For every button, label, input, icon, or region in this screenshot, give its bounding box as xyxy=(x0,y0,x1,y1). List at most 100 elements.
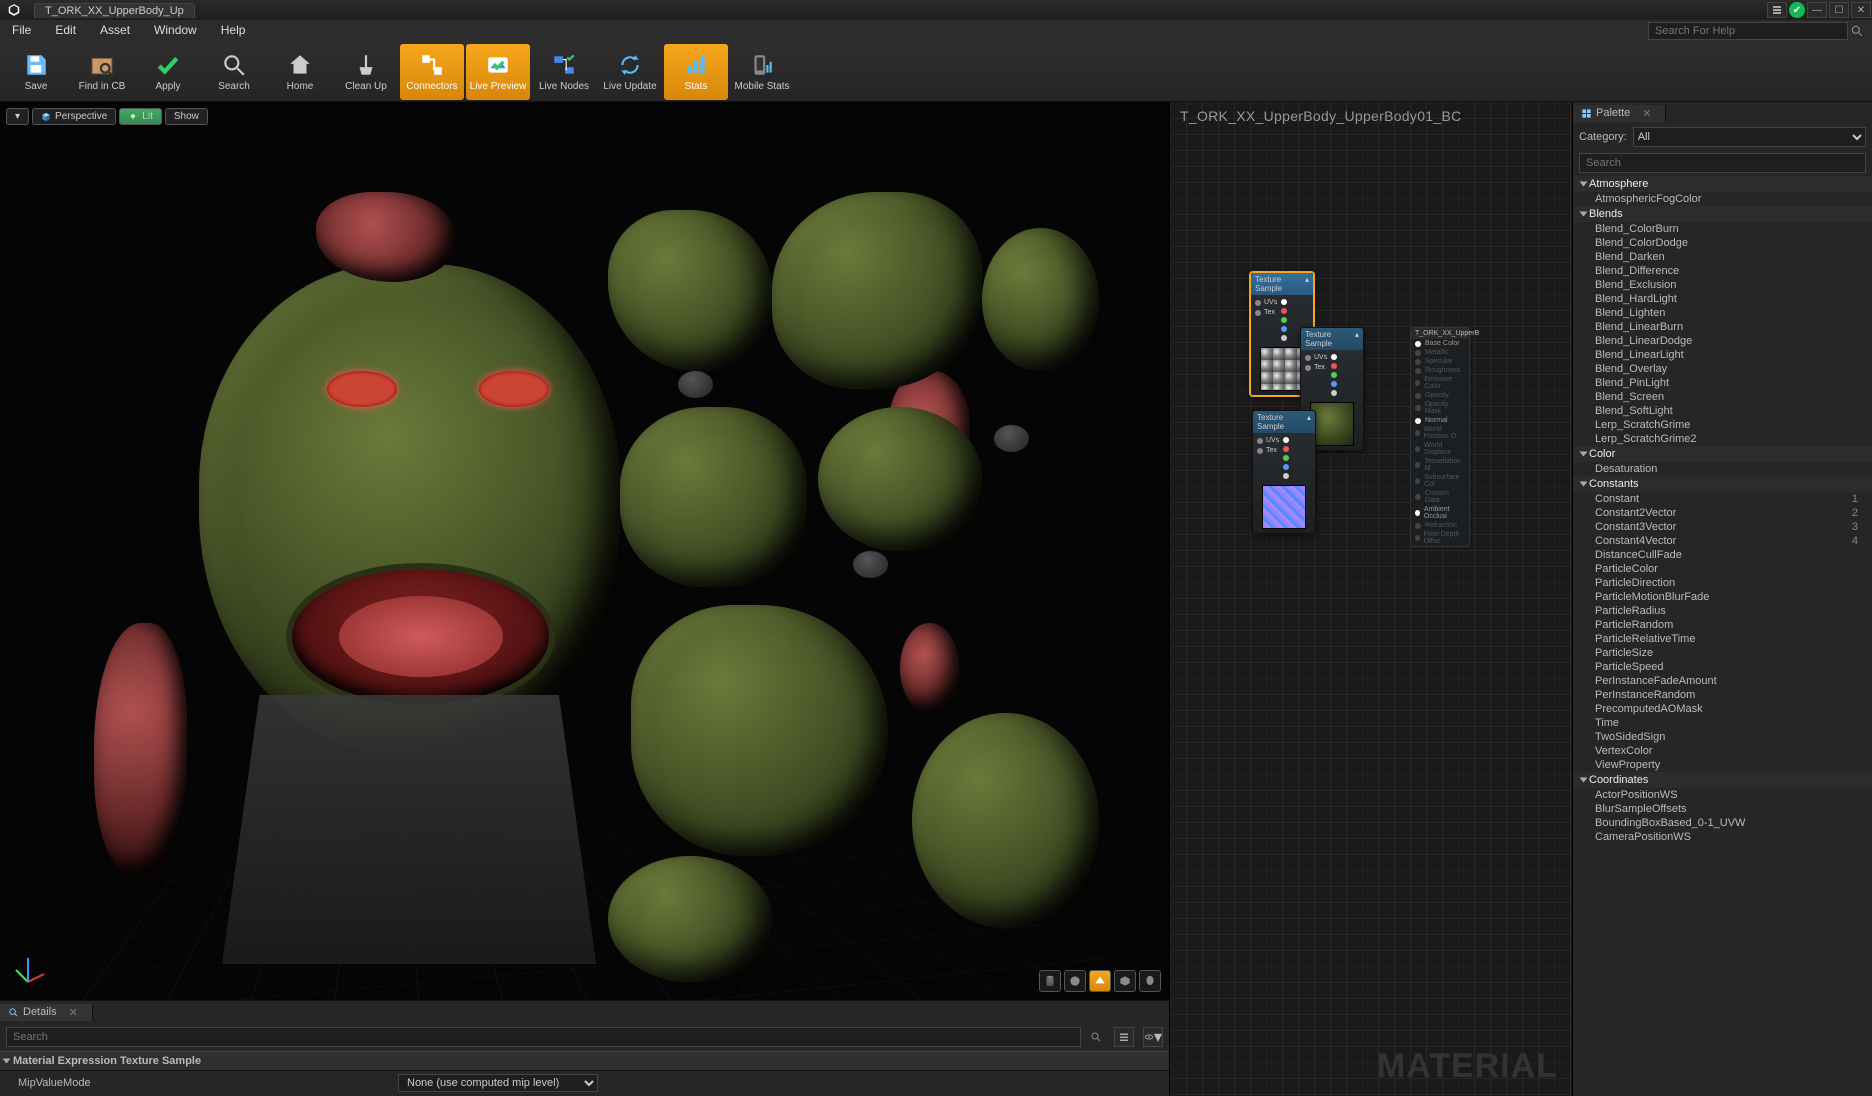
palette-item-particlerandom[interactable]: ParticleRandom xyxy=(1573,618,1872,632)
palette-item-blend_overlay[interactable]: Blend_Overlay xyxy=(1573,362,1872,376)
palette-item-atmosphericfogcolor[interactable]: AtmosphericFogColor xyxy=(1573,192,1872,206)
output-pin-specular[interactable]: Specular xyxy=(1411,357,1469,366)
preview-cylinder-icon[interactable] xyxy=(1039,970,1061,992)
output-pin-opacity[interactable]: Opacity xyxy=(1411,391,1469,400)
palette-category-select[interactable]: All xyxy=(1633,127,1866,147)
toolbar-stats-button[interactable]: Stats xyxy=(664,44,728,100)
palette-item-blend_lineardodge[interactable]: Blend_LinearDodge xyxy=(1573,334,1872,348)
output-pin-subsurface-col[interactable]: Subsurface Col xyxy=(1411,473,1469,489)
palette-item-time[interactable]: Time xyxy=(1573,716,1872,730)
preview-sphere-icon[interactable] xyxy=(1064,970,1086,992)
palette-item-blend_pinlight[interactable]: Blend_PinLight xyxy=(1573,376,1872,390)
palette-item-lerp_scratchgrime[interactable]: Lerp_ScratchGrime xyxy=(1573,418,1872,432)
toolbar-mobilestats-button[interactable]: Mobile Stats xyxy=(730,44,794,100)
palette-item-blend_linearlight[interactable]: Blend_LinearLight xyxy=(1573,348,1872,362)
toolbar-search-button[interactable]: Search xyxy=(202,44,266,100)
output-pin-emissive-color[interactable]: Emissive Color xyxy=(1411,375,1469,391)
mipvaluemode-select[interactable]: None (use computed mip level) xyxy=(398,1074,598,1092)
palette-item-constant4vector[interactable]: Constant4Vector4 xyxy=(1573,534,1872,548)
palette-item-blend_difference[interactable]: Blend_Difference xyxy=(1573,264,1872,278)
search-icon[interactable] xyxy=(1848,22,1866,40)
palette-item-particleradius[interactable]: ParticleRadius xyxy=(1573,604,1872,618)
palette-item-vertexcolor[interactable]: VertexColor xyxy=(1573,744,1872,758)
details-visibility-button[interactable]: ▾ xyxy=(1143,1027,1163,1047)
palette-group-blends[interactable]: Blends xyxy=(1573,206,1872,222)
palette-group-atmosphere[interactable]: Atmosphere xyxy=(1573,176,1872,192)
output-pin-normal[interactable]: Normal xyxy=(1411,416,1469,425)
menu-help[interactable]: Help xyxy=(209,20,258,42)
menu-window[interactable]: Window xyxy=(142,20,209,42)
preview-cube-icon[interactable] xyxy=(1114,970,1136,992)
palette-item-twosidedsign[interactable]: TwoSidedSign xyxy=(1573,730,1872,744)
preview-plane-icon[interactable] xyxy=(1089,970,1111,992)
viewport-lit-dropdown[interactable]: Lit xyxy=(119,108,162,125)
palette-item-precomputedaomask[interactable]: PrecomputedAOMask xyxy=(1573,702,1872,716)
close-icon[interactable]: ✕ xyxy=(69,1006,78,1019)
preview-mesh-icon[interactable] xyxy=(1139,970,1161,992)
palette-item-particlerelativetime[interactable]: ParticleRelativeTime xyxy=(1573,632,1872,646)
toolbar-home-button[interactable]: Home xyxy=(268,44,332,100)
palette-item-constant2vector[interactable]: Constant2Vector2 xyxy=(1573,506,1872,520)
palette-item-distancecullfade[interactable]: DistanceCullFade xyxy=(1573,548,1872,562)
palette-group-color[interactable]: Color xyxy=(1573,446,1872,462)
viewport-menu-dropdown[interactable]: ▾ xyxy=(6,108,29,125)
output-pin-roughness[interactable]: Roughness xyxy=(1411,366,1469,375)
palette-item-boundingboxbased_0-1_uvw[interactable]: BoundingBoxBased_0-1_UVW xyxy=(1573,816,1872,830)
output-pin-custom-data[interactable]: Custom Data xyxy=(1411,489,1469,505)
output-pin-ambient-occlusi[interactable]: Ambient Occlusi xyxy=(1411,505,1469,521)
viewport-perspective-dropdown[interactable]: Perspective xyxy=(32,108,116,125)
palette-item-particlecolor[interactable]: ParticleColor xyxy=(1573,562,1872,576)
status-icon[interactable]: ✔ xyxy=(1789,2,1805,18)
palette-item-perinstancerandom[interactable]: PerInstanceRandom xyxy=(1573,688,1872,702)
palette-item-constant[interactable]: Constant1 xyxy=(1573,492,1872,506)
output-pin-metallic[interactable]: Metallic xyxy=(1411,348,1469,357)
output-pin-world-displace[interactable]: World Displace xyxy=(1411,441,1469,457)
toolbar-livepreview-button[interactable]: Live Preview xyxy=(466,44,530,100)
palette-item-lerp_scratchgrime2[interactable]: Lerp_ScratchGrime2 xyxy=(1573,432,1872,446)
palette-item-blend_colorburn[interactable]: Blend_ColorBurn xyxy=(1573,222,1872,236)
menu-edit[interactable]: Edit xyxy=(43,20,88,42)
output-pin-pixel-depth-offse[interactable]: Pixel Depth Offse xyxy=(1411,530,1469,546)
toolbar-connectors-button[interactable]: Connectors xyxy=(400,44,464,100)
details-search-input[interactable] xyxy=(6,1027,1081,1047)
viewport-show-dropdown[interactable]: Show xyxy=(165,108,208,125)
details-tab[interactable]: Details ✕ xyxy=(0,1004,93,1021)
palette-item-blursampleoffsets[interactable]: BlurSampleOffsets xyxy=(1573,802,1872,816)
output-pin-base-color[interactable]: Base Color xyxy=(1411,339,1469,348)
material-graph[interactable]: T_ORK_XX_UpperBody_UpperBody01_BC MATERI… xyxy=(1170,102,1572,1096)
texture-sample-node-2[interactable]: Texture Sample▴UVsTex xyxy=(1252,410,1316,534)
toolbar-findincb-button[interactable]: Find in CB xyxy=(70,44,134,100)
palette-item-blend_colordodge[interactable]: Blend_ColorDodge xyxy=(1573,236,1872,250)
palette-group-coordinates[interactable]: Coordinates xyxy=(1573,772,1872,788)
palette-item-blend_screen[interactable]: Blend_Screen xyxy=(1573,390,1872,404)
palette-item-particledirection[interactable]: ParticleDirection xyxy=(1573,576,1872,590)
palette-item-blend_softlight[interactable]: Blend_SoftLight xyxy=(1573,404,1872,418)
palette-item-blend_exclusion[interactable]: Blend_Exclusion xyxy=(1573,278,1872,292)
toolbar-livenodes-button[interactable]: Live Nodes xyxy=(532,44,596,100)
palette-item-desaturation[interactable]: Desaturation xyxy=(1573,462,1872,476)
palette-item-blend_linearburn[interactable]: Blend_LinearBurn xyxy=(1573,320,1872,334)
toolbar-apply-button[interactable]: Apply xyxy=(136,44,200,100)
palette-item-actorpositionws[interactable]: ActorPositionWS xyxy=(1573,788,1872,802)
output-pin-opacity-mask[interactable]: Opacity Mask xyxy=(1411,400,1469,416)
menu-file[interactable]: File xyxy=(0,20,43,42)
document-tab[interactable]: T_ORK_XX_UpperBody_Up xyxy=(34,3,195,18)
palette-item-particlemotionblurfade[interactable]: ParticleMotionBlurFade xyxy=(1573,590,1872,604)
details-category-header[interactable]: Material Expression Texture Sample xyxy=(0,1051,1169,1071)
preview-viewport[interactable]: ▾ Perspective Lit Show xyxy=(0,102,1169,1000)
toolbar-cleanup-button[interactable]: Clean Up xyxy=(334,44,398,100)
palette-group-constants[interactable]: Constants xyxy=(1573,476,1872,492)
source-control-icon[interactable] xyxy=(1767,2,1787,18)
output-pin-refraction[interactable]: Refraction xyxy=(1411,521,1469,530)
palette-item-blend_lighten[interactable]: Blend_Lighten xyxy=(1573,306,1872,320)
menu-asset[interactable]: Asset xyxy=(88,20,142,42)
palette-search-input[interactable] xyxy=(1579,153,1866,173)
palette-item-constant3vector[interactable]: Constant3Vector3 xyxy=(1573,520,1872,534)
output-pin-tessellation-m[interactable]: Tessellation M xyxy=(1411,457,1469,473)
palette-tab[interactable]: Palette ✕ xyxy=(1573,105,1666,122)
close-button[interactable]: ✕ xyxy=(1851,2,1871,18)
output-pin-world-position-o[interactable]: World Position O xyxy=(1411,425,1469,441)
close-icon[interactable]: ✕ xyxy=(1642,107,1651,120)
toolbar-save-button[interactable]: Save xyxy=(4,44,68,100)
palette-item-particlesize[interactable]: ParticleSize xyxy=(1573,646,1872,660)
